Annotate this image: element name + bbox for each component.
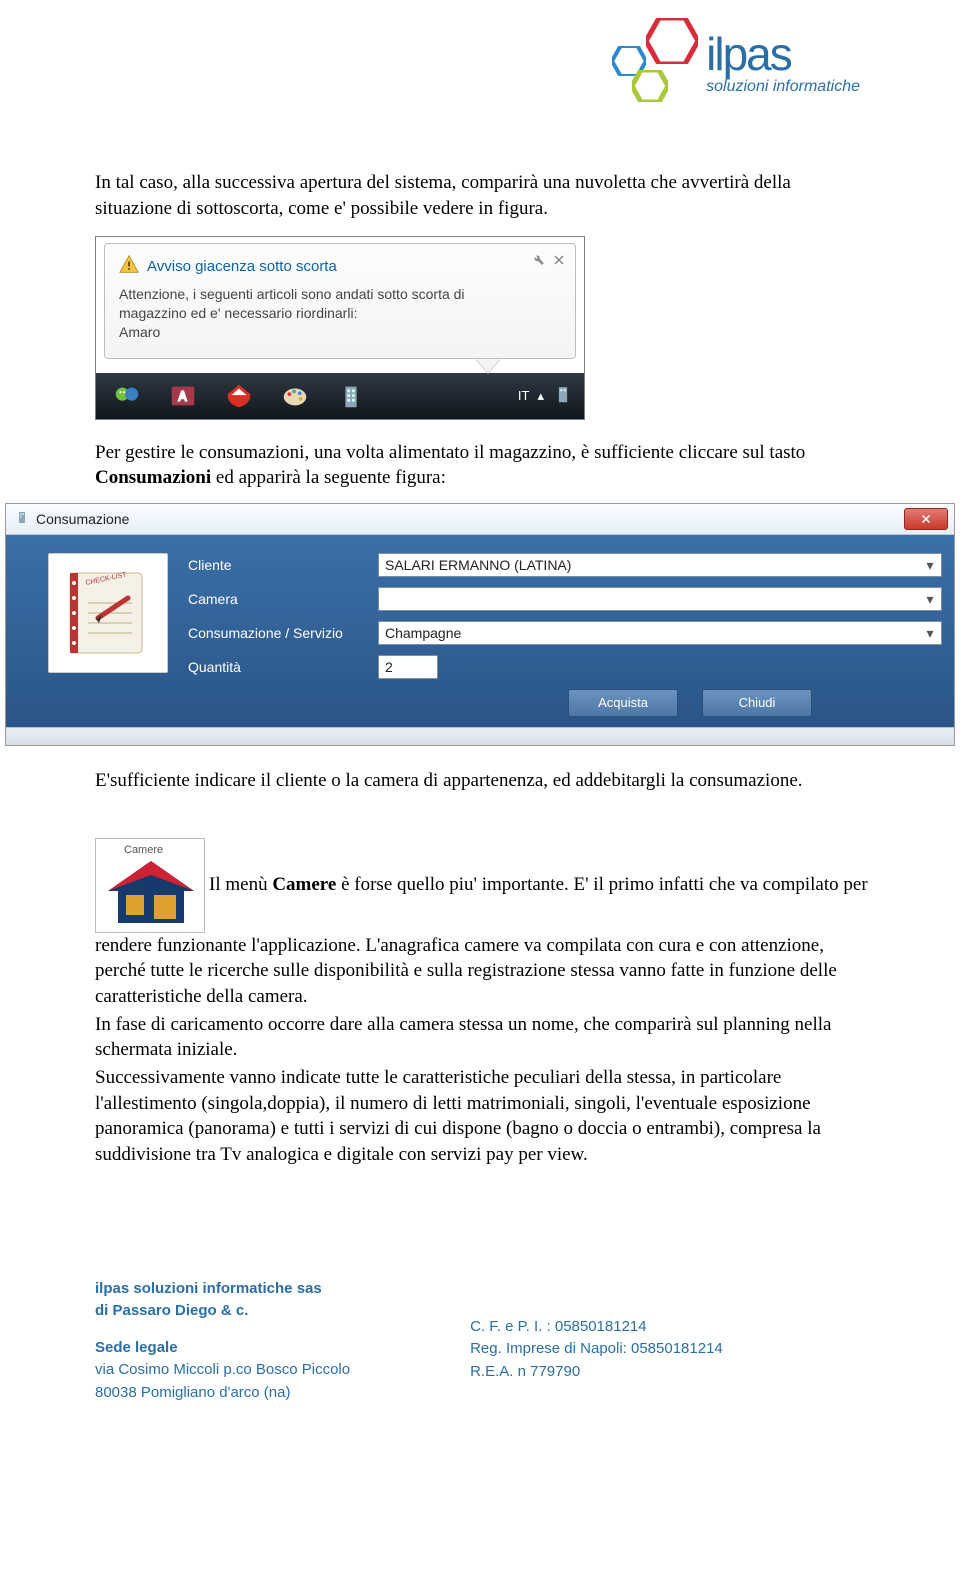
page-footer: ilpas soluzioni informatiche sas di Pass… (0, 1278, 960, 1405)
label-camera: Camera (188, 590, 378, 609)
label-cliente: Cliente (188, 556, 378, 575)
paragraph-intro: In tal caso, alla successiva apertura de… (95, 170, 870, 221)
paragraph-consumazioni: Per gestire le consumazioni, una volta a… (95, 440, 870, 491)
footer-rea: R.E.A. n 779790 (470, 1361, 723, 1384)
notification-line: Amaro (119, 323, 561, 342)
notification-line: Attenzione, i seguenti articoli sono and… (119, 285, 561, 304)
taskbar-building-icon[interactable] (324, 376, 378, 416)
acquista-button[interactable]: Acquista (568, 689, 678, 717)
paragraph-caratteristiche: Successivamente vanno indicate tutte le … (95, 1065, 870, 1168)
screenshot-avviso: Avviso giacenza sotto scorta Attenzione,… (95, 236, 585, 420)
text-bold: Camere (272, 874, 336, 895)
dialog-checklist-thumb: CHECK-LIST (48, 553, 168, 673)
footer-sede-heading: Sede legale (95, 1337, 350, 1360)
field-cliente[interactable]: SALARI ERMANNO (LATINA) ▾ (378, 553, 942, 577)
text-bold: Consumazioni (95, 467, 211, 488)
taskbar-lang[interactable]: IT (518, 387, 530, 405)
close-icon[interactable] (553, 252, 565, 271)
taskbar-tray-arrow-icon[interactable]: ▴ (537, 387, 544, 405)
brand-logo: ilpas soluzioni informatiche (608, 18, 860, 108)
camere-section: Camere Il menù Camere è forse quello piu… (95, 838, 870, 1168)
taskbar: IT ▴ (96, 373, 584, 419)
logo-hex-cluster (608, 18, 698, 108)
taskbar-building-icon[interactable] (552, 383, 574, 410)
chevron-down-icon[interactable]: ▾ (921, 554, 939, 576)
footer-company-name2: di Passaro Diego & c. (95, 1300, 350, 1323)
taskbar-access-icon[interactable] (156, 376, 210, 416)
field-servizio[interactable]: Champagne ▾ (378, 621, 942, 645)
screenshot-consumazione-dialog: Consumazione CHECK-LIST Cliente (5, 503, 955, 746)
taskbar-messenger-icon[interactable] (100, 376, 154, 416)
dialog-title: Consumazione (36, 510, 129, 529)
footer-sede-line: via Cosimo Miccoli p.co Bosco Piccolo (95, 1359, 350, 1382)
chiudi-button[interactable]: Chiudi (702, 689, 812, 717)
wrench-icon[interactable] (531, 252, 545, 271)
dialog-titlebar: Consumazione (6, 504, 954, 535)
text: Per gestire le consumazioni, una volta a… (95, 442, 805, 463)
taskbar-paint-icon[interactable] (268, 376, 322, 416)
footer-reg: Reg. Imprese di Napoli: 05850181214 (470, 1338, 723, 1361)
logo-text-main: ilpas (706, 31, 860, 77)
warning-icon (119, 254, 139, 279)
label-quantita: Quantità (188, 658, 378, 677)
paragraph-sufficiente: E'sufficiente indicare il cliente o la c… (95, 768, 870, 794)
label-servizio: Consumazione / Servizio (188, 624, 378, 643)
dialog-footer-stripe (6, 727, 954, 745)
notification-line: magazzino ed e' necessario riordinarli: (119, 304, 561, 323)
footer-cf: C. F. e P. I. : 05850181214 (470, 1316, 723, 1339)
footer-sede-line: 80038 Pomigliano d'arco (na) (95, 1382, 350, 1405)
notification-balloon: Avviso giacenza sotto scorta Attenzione,… (104, 243, 576, 359)
field-quantita[interactable]: 2 (378, 655, 438, 679)
camere-thumb: Camere (95, 838, 205, 933)
paragraph-caricamento: In fase di caricamento occorre dare alla… (95, 1012, 870, 1063)
notification-title: Avviso giacenza sotto scorta (147, 257, 337, 277)
text: ed apparirà la seguente figura: (211, 467, 446, 488)
chevron-down-icon[interactable]: ▾ (921, 622, 939, 644)
field-value: 2 (385, 658, 393, 677)
text: Il menù (209, 874, 272, 895)
camere-thumb-label: Camere (124, 843, 163, 858)
button-label: Acquista (598, 694, 648, 712)
taskbar-pdf-icon[interactable] (212, 376, 266, 416)
chevron-down-icon[interactable]: ▾ (921, 588, 939, 610)
field-camera[interactable]: ▾ (378, 587, 942, 611)
field-value: SALARI ERMANNO (LATINA) (385, 556, 571, 575)
footer-company-name: ilpas soluzioni informatiche sas (95, 1278, 350, 1301)
logo-text-sub: soluzioni informatiche (706, 79, 860, 95)
dialog-building-icon (14, 509, 30, 530)
dialog-close-button[interactable] (904, 508, 948, 530)
button-label: Chiudi (739, 694, 776, 712)
field-value: Champagne (385, 624, 461, 643)
